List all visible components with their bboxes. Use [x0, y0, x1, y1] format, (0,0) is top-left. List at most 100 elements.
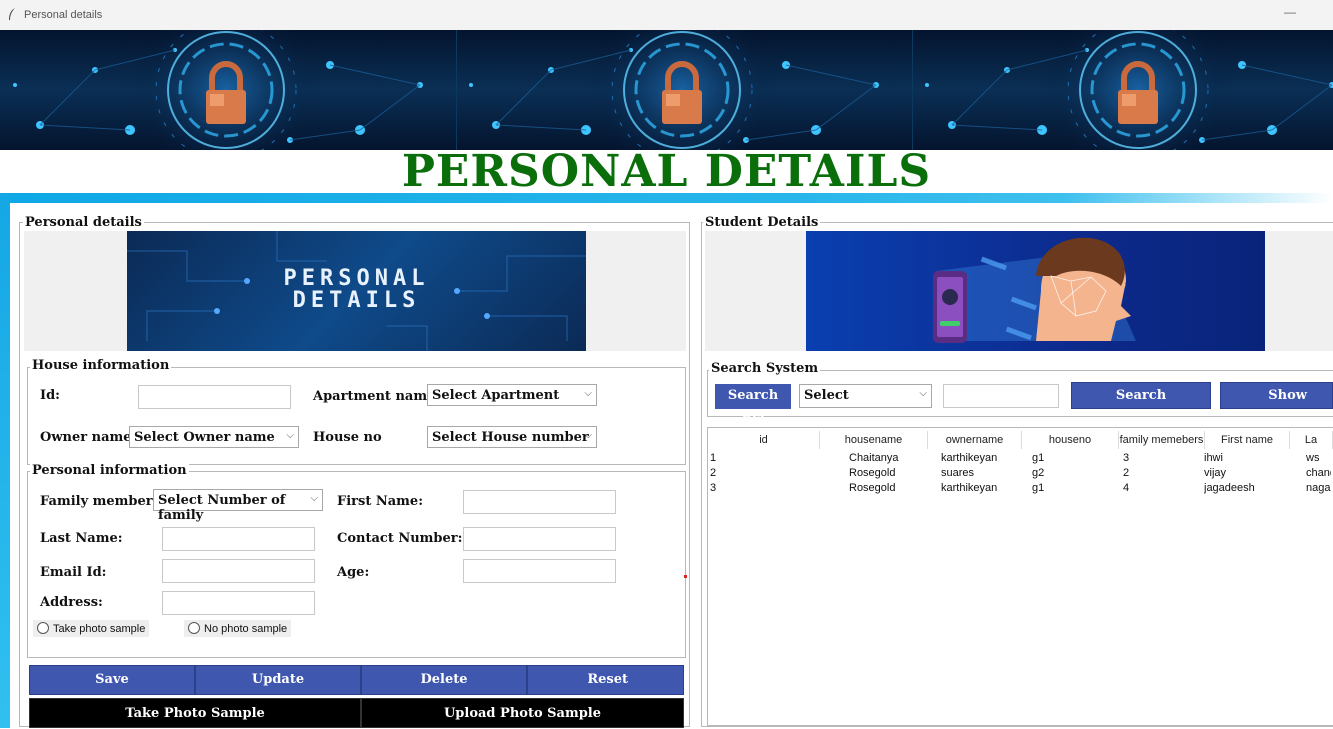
save-button[interactable]: Save	[29, 665, 195, 695]
accent-edge	[0, 193, 10, 728]
feather-icon	[9, 8, 15, 20]
no-photo-sample-radio[interactable]: No photo sample	[184, 620, 292, 637]
email-label: Email Id:	[40, 565, 107, 580]
show-button[interactable]: Show	[1220, 382, 1333, 409]
face-scan-illustration	[933, 237, 1136, 343]
apartment-name-label: Apartment name	[313, 389, 436, 404]
table-cell: suares	[941, 467, 975, 479]
id-input[interactable]	[138, 385, 291, 409]
banner-text-line2: DETAILS	[292, 288, 421, 313]
padlock-network-banner-image	[13, 30, 1333, 150]
page-title: PERSONAL DETAILS	[401, 146, 932, 197]
student-details-legend: Student Details	[703, 215, 821, 230]
address-label: Address:	[40, 595, 103, 610]
table-cell: 2	[1123, 467, 1130, 479]
upload-photo-sample-button[interactable]: Upload Photo Sample	[361, 698, 684, 728]
personal-information-legend: Personal information	[30, 463, 189, 478]
table-cell: chand	[1306, 467, 1331, 479]
update-button[interactable]: Update	[195, 665, 361, 695]
table-cell: ws	[1306, 452, 1320, 464]
personal-details-banner-image: PERSONAL DETAILS	[127, 231, 586, 351]
table-column-header[interactable]: family memebers	[1119, 431, 1205, 449]
age-label: Age:	[337, 565, 370, 580]
table-cell: vijay	[1204, 467, 1227, 479]
family-members-select[interactable]: Select Number of family ⌵	[153, 489, 323, 523]
marker-dot	[684, 575, 687, 578]
first-name-input[interactable]	[463, 490, 616, 514]
table-cell: Rosegold	[849, 482, 896, 494]
table-cell: Rosegold	[849, 467, 896, 479]
apartment-select-value: Select Apartment	[432, 388, 560, 403]
table-cell: g1	[1032, 452, 1045, 464]
table-cell: 3	[710, 482, 717, 494]
table-row[interactable]: 3 Rosegold karthikeyan g1 4 jagadeesh nagar	[708, 482, 1333, 497]
table-cell: 3	[1123, 452, 1130, 464]
last-name-label: Last Name:	[40, 531, 123, 546]
radio-circle-icon	[188, 622, 200, 634]
table-column-header[interactable]: housename	[820, 431, 928, 449]
search-system-legend: Search System	[709, 361, 821, 376]
window-titlebar: Personal details —	[0, 0, 1333, 30]
personal-details-legend: Personal details	[23, 215, 144, 230]
table-row[interactable]: 2 Rosegold suares g2 2 vijay chand	[708, 467, 1333, 482]
owner-name-select[interactable]: Select Owner name ⌵	[129, 426, 299, 448]
first-name-label: First Name:	[337, 494, 423, 509]
contact-number-label: Contact Number:	[337, 531, 463, 546]
chevron-down-icon: ⌵	[584, 388, 592, 399]
owner-name-select-value: Select Owner name	[134, 430, 275, 445]
take-photo-sample-button[interactable]: Take Photo Sample	[29, 698, 361, 728]
house-no-label: House no	[313, 430, 382, 445]
table-cell: 1	[710, 452, 717, 464]
table-cell: karthikeyan	[941, 482, 998, 494]
table-cell: ihwi	[1204, 452, 1223, 464]
table-row[interactable]: 1 Chaitanya karthikeyan g1 3 ihwi ws	[708, 452, 1333, 467]
delete-button[interactable]: Delete	[361, 665, 527, 695]
banner-text-line1: PERSONAL	[283, 266, 430, 291]
chevron-down-icon: ⌵	[286, 430, 294, 441]
table-column-header[interactable]: houseno	[1022, 431, 1119, 449]
radio-circle-icon	[37, 622, 49, 634]
take-photo-sample-label: Take photo sample	[53, 623, 146, 635]
last-name-input[interactable]	[162, 527, 315, 551]
chevron-down-icon: ⌵	[584, 430, 592, 441]
chevron-down-icon: ⌵	[310, 493, 318, 504]
apartment-select[interactable]: Select Apartment ⌵	[427, 384, 597, 406]
contact-number-input[interactable]	[463, 527, 616, 551]
table-column-header[interactable]: La	[1290, 431, 1333, 449]
table-cell: nagar	[1306, 482, 1331, 494]
house-information-frame	[27, 367, 686, 465]
table-column-header[interactable]: id	[708, 431, 820, 449]
search-button[interactable]: Search	[1071, 382, 1211, 409]
house-number-select-value: Select House number	[432, 430, 589, 445]
table-column-header[interactable]: ownername	[928, 431, 1022, 449]
table-cell: 2	[710, 467, 717, 479]
family-members-label: Family members	[40, 494, 160, 509]
house-information-legend: House information	[30, 358, 172, 373]
face-recognition-image	[806, 231, 1265, 351]
owner-name-label: Owner name	[40, 430, 132, 445]
id-label: Id:	[40, 388, 60, 403]
reset-button[interactable]: Reset	[527, 665, 684, 695]
take-photo-sample-radio[interactable]: Take photo sample	[33, 620, 150, 637]
search-by-select[interactable]: Select ⌵	[799, 384, 932, 408]
accent-bar	[0, 193, 1333, 203]
table-cell: karthikeyan	[941, 452, 998, 464]
no-photo-sample-label: No photo sample	[204, 623, 288, 635]
table-cell: jagadeesh	[1204, 482, 1255, 494]
search-input[interactable]	[943, 384, 1059, 408]
table-column-header[interactable]: First name	[1205, 431, 1290, 449]
search-by-select-value: Select	[804, 388, 849, 403]
table-cell: 4	[1123, 482, 1130, 494]
age-input[interactable]	[463, 559, 616, 583]
house-number-select[interactable]: Select House number ⌵	[427, 426, 597, 448]
table-cell: g2	[1032, 467, 1045, 479]
search-by-label: Search By:	[715, 384, 791, 426]
header-banner	[0, 30, 1333, 150]
email-input[interactable]	[162, 559, 315, 583]
address-input[interactable]	[162, 591, 315, 615]
window-title: Personal details	[24, 9, 103, 21]
table-cell: g1	[1032, 482, 1045, 494]
chevron-down-icon: ⌵	[919, 388, 927, 399]
minimize-button[interactable]: —	[1284, 5, 1296, 19]
table-cell: Chaitanya	[849, 452, 899, 464]
